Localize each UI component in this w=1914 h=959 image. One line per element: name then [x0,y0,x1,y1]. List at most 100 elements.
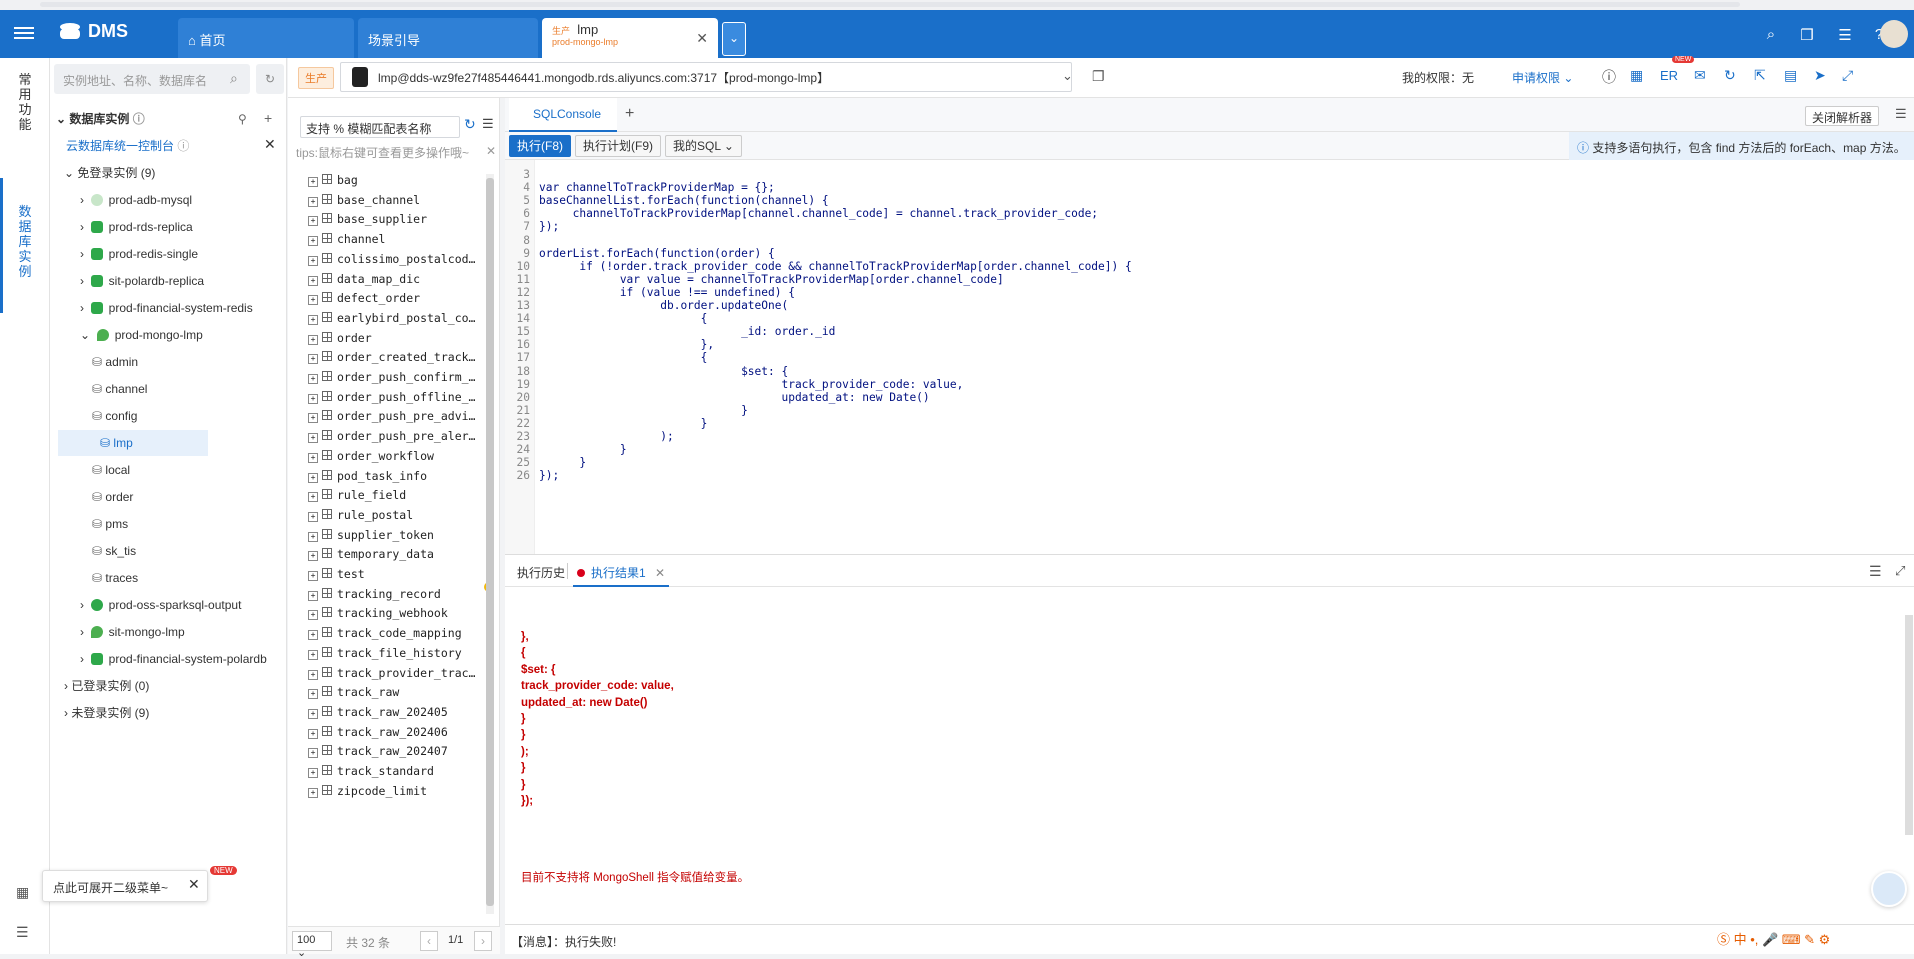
send-icon[interactable]: ➤ [1814,67,1826,84]
refresh-icon[interactable]: ↻ [1724,67,1736,84]
search-icon[interactable]: ⌕ [230,70,238,87]
close-icon[interactable]: ✕ [696,30,708,47]
group-free-login[interactable]: ⌄ 免登录实例 (9) [50,160,287,186]
db-item[interactable]: ⛁ admin [50,349,287,375]
db-item[interactable]: ⛁ config [50,403,287,429]
expand-icon[interactable]: + [308,433,318,444]
expand-icon[interactable]: + [308,472,318,483]
collapse-icon[interactable]: ☰ [16,924,29,941]
fullscreen-icon[interactable]: ⤢ [1895,563,1905,579]
table-row[interactable]: + zipcode_limit [308,781,427,801]
table-row[interactable]: + base_supplier [308,209,427,229]
table-row[interactable]: + track_raw_202407 [308,741,448,761]
apply-permission-link[interactable]: 申请权限 ⌄ [1512,69,1573,86]
expand-icon[interactable]: + [308,295,318,306]
table-row[interactable]: + pod_task_info [308,466,427,486]
instance-item[interactable]: › prod-financial-system-redis [50,295,287,321]
add-icon[interactable]: + [264,110,272,126]
table-row[interactable]: + order_push_pre_advi… [308,406,475,426]
expand-icon[interactable]: + [308,630,318,641]
copy-icon[interactable]: ❐ [1092,68,1105,85]
expand-icon[interactable]: + [308,649,318,660]
expand-icon[interactable]: + [308,610,318,621]
avatar[interactable] [1880,20,1908,48]
table-row[interactable]: + track_raw [308,682,399,702]
expand-icon[interactable]: + [308,669,318,680]
menu-icon[interactable] [14,24,34,44]
table-row[interactable]: + track_raw_202405 [308,702,448,722]
expand-icon[interactable]: + [308,551,318,562]
expand-icon[interactable]: + [308,748,318,759]
menu-icon[interactable]: ☰ [1869,563,1882,580]
expand-icon[interactable]: + [308,571,318,581]
instance-item[interactable]: › prod-oss-sparksql-output [50,592,287,618]
close-icon[interactable]: ✕ [188,876,200,893]
scrollbar-thumb[interactable] [486,178,494,906]
add-tab-icon[interactable]: + [625,105,634,123]
cube-icon[interactable]: ❒ [1798,26,1816,44]
db-item[interactable]: ⛁ pms [50,511,287,537]
table-row[interactable]: + earlybird_postal_co… [308,308,475,328]
expand-icon[interactable]: + [308,590,318,601]
expand-icon[interactable]: + [308,393,318,404]
instance-item[interactable]: › sit-mongo-lmp [50,619,287,645]
prev-page-button[interactable]: ‹ [420,931,438,951]
expand-icon[interactable]: + [308,196,318,207]
db-item[interactable]: ⛁ local [50,457,287,483]
next-page-button[interactable]: › [474,931,492,951]
table-row[interactable]: + order_push_offline_… [308,387,475,407]
expand-icon[interactable]: + [308,452,318,463]
group-not-logged-in[interactable]: › 未登录实例 (9) [50,700,287,726]
tab-home[interactable]: ⌂ 首页 [178,18,354,58]
table-row[interactable]: + order_created_track… [308,347,475,367]
table-row[interactable]: + data_map_dic [308,269,420,289]
expand-icon[interactable]: + [308,689,318,700]
expand-icon[interactable]: + [308,275,318,286]
expand-icon[interactable]: + [308,216,318,227]
table-row[interactable]: + rule_postal [308,505,413,525]
execution-plan-button[interactable]: 执行计划(F9) [575,135,661,157]
grid-icon[interactable]: ▦ [16,884,29,901]
instance-item-expanded[interactable]: ⌄ prod-mongo-lmp [50,322,287,348]
info-icon[interactable]: ⓘ [1602,67,1616,87]
group-logged-in[interactable]: › 已登录实例 (0) [50,673,287,699]
instance-item[interactable]: › prod-adb-mysql [50,187,287,213]
document-icon[interactable]: ▤ [1784,67,1797,84]
expand-icon[interactable]: + [308,708,318,719]
filter-list-icon[interactable]: ☰ [482,116,494,132]
expand-icon[interactable]: + [308,334,318,345]
expand-icon[interactable]: + [308,354,318,365]
filter-icon[interactable]: ⚲ [238,112,247,126]
table-row[interactable]: + track_file_history [308,643,462,663]
table-row[interactable]: + order_push_confirm_… [308,367,475,387]
db-item[interactable]: ⛁ order [50,484,287,510]
instance-item[interactable]: › prod-rds-replica [50,214,287,240]
instance-item[interactable]: › sit-polardb-replica [50,268,287,294]
table-icon[interactable]: ▦ [1630,67,1643,84]
rail-item-db-instances[interactable]: 数据库实例 [16,204,34,279]
tab-scene-guide[interactable]: 场景引导 [358,18,538,58]
expand-icon[interactable]: + [308,255,318,266]
my-sql-button[interactable]: 我的SQL ⌄ [665,135,742,157]
chat-icon[interactable]: ✉ [1694,67,1706,84]
expand-icon[interactable]: + [308,728,318,739]
db-item[interactable]: ⛁ sk_tis [50,538,287,564]
tab-result-1[interactable]: 执行结果1 ✕ [573,555,670,587]
close-icon[interactable]: ✕ [486,144,496,158]
scrollbar-thumb[interactable] [1905,615,1913,835]
expand-icon[interactable]: + [308,236,318,247]
execute-button[interactable]: 执行(F8) [509,135,571,157]
table-row[interactable]: + track_raw_202406 [308,722,448,742]
db-item[interactable]: ⛁ channel [50,376,287,402]
table-row[interactable]: + test [308,564,365,584]
search-icon[interactable]: ⌕ [1762,26,1780,44]
table-row[interactable]: + temporary_data [308,544,434,564]
expand-icon[interactable]: + [308,787,318,798]
tab-dropdown-button[interactable]: ⌄ [722,22,746,56]
console-link[interactable]: 云数据库统一控制台 ⓘ [50,133,287,159]
expand-icon[interactable]: + [308,531,318,542]
table-row[interactable]: + defect_order [308,288,420,308]
menu-icon[interactable]: ☰ [1895,106,1907,122]
table-row[interactable]: + track_standard [308,761,434,781]
ime-toolbar[interactable]: Ⓢ 中 •, 🎤 ⌨ ✎ ⚙ [1717,929,1857,951]
